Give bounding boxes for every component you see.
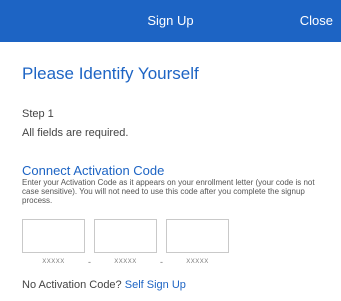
close-button[interactable]: Close — [300, 13, 333, 28]
code-separator-2: - — [160, 257, 163, 267]
activation-code-hint-3: XXXXX — [186, 259, 209, 265]
sign-up-screen: Sign Up Close Please Identify Yourself S… — [0, 0, 341, 301]
activation-code-input-2[interactable] — [94, 219, 157, 253]
navigation-bar: Sign Up Close — [0, 0, 341, 42]
activation-section-title: Connect Activation Code — [22, 163, 165, 178]
activation-code-input-3[interactable] — [166, 219, 229, 253]
nav-title: Sign Up — [147, 13, 194, 28]
code-separator-1: - — [88, 257, 91, 267]
activation-code-input-1[interactable] — [22, 219, 85, 253]
activation-instructions: Enter your Activation Code as it appears… — [22, 178, 315, 205]
no-activation-code-row: No Activation Code? Self Sign Up — [22, 279, 186, 291]
no-activation-code-question: No Activation Code? — [22, 279, 122, 291]
self-sign-up-link[interactable]: Self Sign Up — [125, 279, 186, 291]
activation-code-hint-2: XXXXX — [114, 259, 137, 265]
required-note: All fields are required. — [22, 127, 129, 139]
step-label: Step 1 — [22, 108, 54, 120]
activation-code-hint-1: XXXXX — [42, 259, 65, 265]
page-title: Please Identify Yourself — [22, 64, 199, 83]
